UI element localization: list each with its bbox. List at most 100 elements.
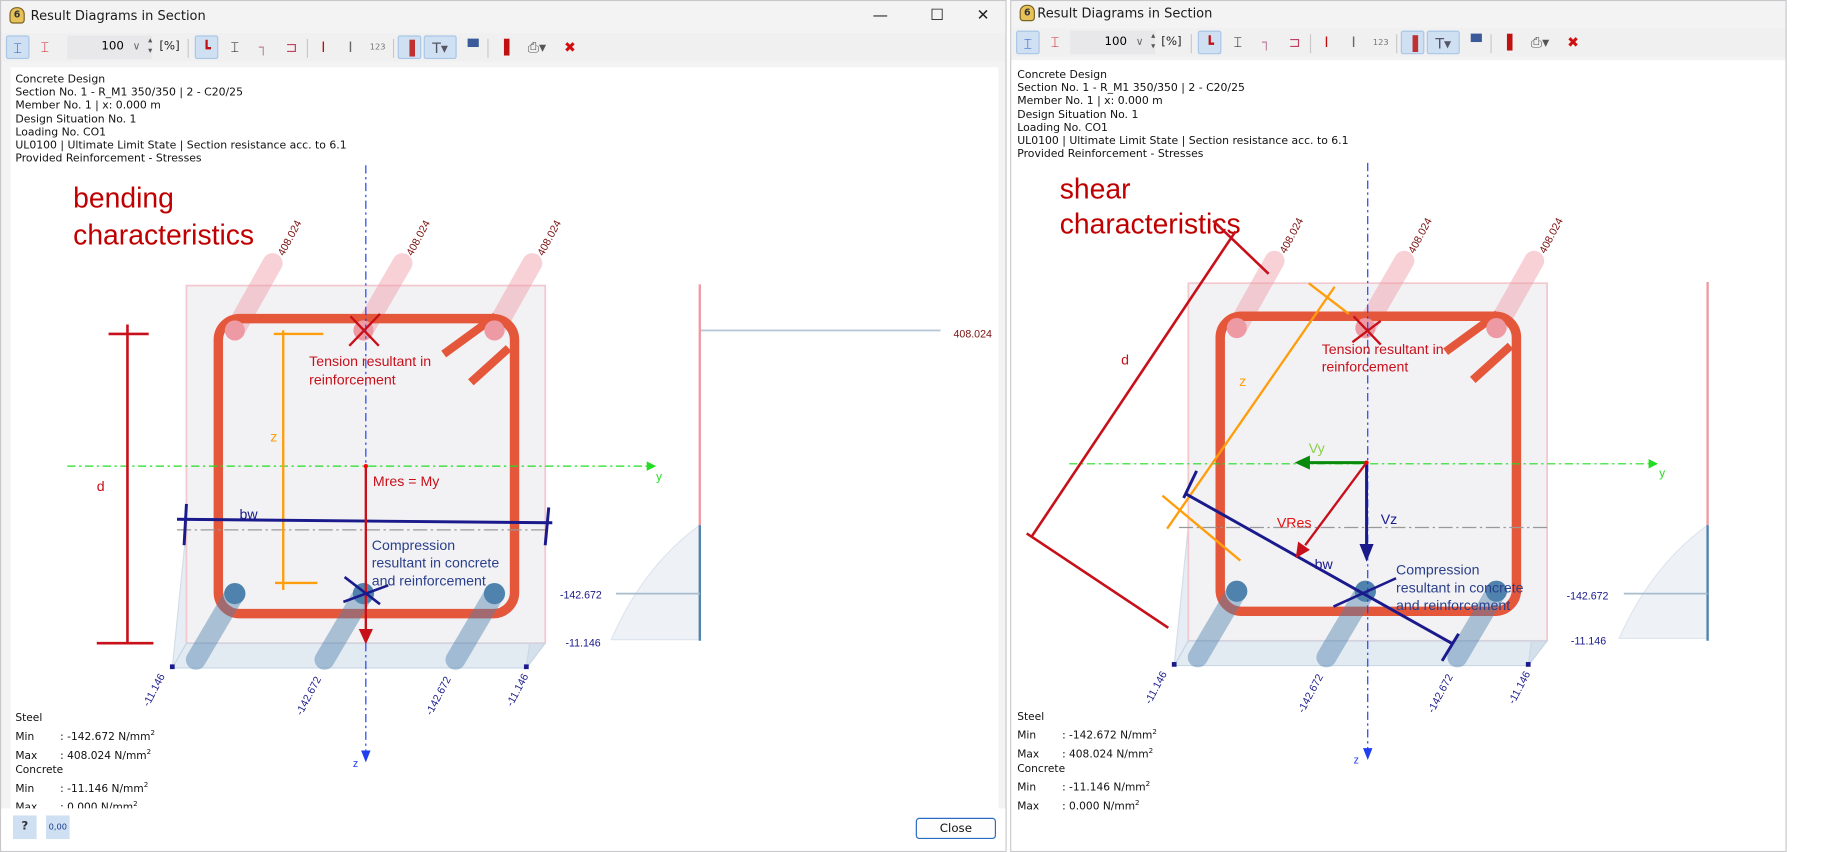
member-outline-icon[interactable]: I xyxy=(1342,31,1366,55)
info-block: Concrete Design Section No. 1 - R_M1 350… xyxy=(15,73,346,166)
decimals-icon[interactable]: 0,00 xyxy=(46,815,70,840)
title-bar: 6 Result Diagrams in Section — ☐ ✕ xyxy=(1,1,1006,32)
help-icon[interactable]: ? xyxy=(12,815,37,840)
zoom-unit: [%] xyxy=(1161,35,1182,49)
dimension-icon[interactable]: ⌶ xyxy=(1226,31,1250,55)
steel-max-row: Max : 408.024 N/mm2 xyxy=(1017,744,1157,763)
steel-title: Steel xyxy=(15,712,43,725)
color-scale-icon[interactable]: ▀ xyxy=(461,35,485,59)
member-outline-icon[interactable]: I xyxy=(339,35,363,59)
value: : 408.024 N/mm xyxy=(60,750,147,762)
zoom-combobox[interactable]: 100 ∨ ▴ ▾ xyxy=(67,35,153,60)
stress-summary: Steel Min: -142.672 N/mm2 Max: 408.024 N… xyxy=(1017,710,1157,815)
sup: 2 xyxy=(146,747,152,756)
spin-icon[interactable]: ▴ ▾ xyxy=(1151,31,1155,52)
separator xyxy=(187,38,189,58)
fit-icon[interactable]: ┗ xyxy=(194,35,219,60)
title-bar: 6 Result Diagrams in Section xyxy=(1011,1,1786,28)
separator xyxy=(487,38,489,58)
concrete-title: Concrete xyxy=(15,765,64,777)
value: : -11.146 N/mm xyxy=(1062,782,1146,795)
section-numbering-icon[interactable]: ⌶ xyxy=(5,35,30,60)
chevron-down-icon: ∨ xyxy=(1135,36,1144,49)
left-dialog: 6 Result Diagrams in Section — ☐ ✕ ⌶ ⌶ 1… xyxy=(0,0,1007,852)
numbering-icon[interactable]: 123 xyxy=(1369,31,1393,55)
value: : -11.146 N/mm xyxy=(60,783,144,796)
label: Min xyxy=(1017,730,1037,743)
color-scale-icon[interactable]: ▀ xyxy=(1465,31,1489,55)
chevron-down-icon: ∨ xyxy=(132,41,141,54)
label: Max xyxy=(15,750,38,762)
info-block: Concrete Design Section No. 1 - R_M1 350… xyxy=(1017,68,1348,161)
info-line: UL0100 | Ultimate Limit State | Section … xyxy=(1017,134,1349,148)
label: Min xyxy=(1017,782,1037,795)
member-icon[interactable]: I xyxy=(1315,31,1339,55)
close-button[interactable]: Close xyxy=(915,817,997,840)
separator xyxy=(1309,34,1312,54)
section-numbering-icon[interactable]: ⌶ xyxy=(1016,30,1040,55)
info-line: Loading No. CO1 xyxy=(15,126,107,140)
window-title: Result Diagrams in Section xyxy=(1037,5,1213,22)
reset-zoom-icon[interactable]: ✖ xyxy=(558,35,582,59)
info-line: Design Situation No. 1 xyxy=(1017,108,1139,122)
dimension-icon[interactable]: ⌶ xyxy=(223,35,247,59)
info-line: Concrete Design xyxy=(1017,68,1107,82)
numbering-icon[interactable]: 123 xyxy=(366,35,390,59)
maximize-button[interactable]: ☐ xyxy=(919,5,954,29)
info-line: Concrete Design xyxy=(15,73,106,87)
info-line: Member No. 1 | x: 0.000 m xyxy=(15,99,161,113)
stresses-icon[interactable]: ▐ xyxy=(397,35,422,60)
zoom-combobox[interactable]: 100 ∨ ▴ ▾ xyxy=(1070,30,1156,55)
concrete-title: Concrete xyxy=(1017,763,1066,776)
sup: 2 xyxy=(133,800,138,809)
info-icon[interactable]: ▐ xyxy=(1495,31,1519,55)
stresses-icon[interactable]: ▐ xyxy=(1400,30,1425,55)
zoom-value: 100 xyxy=(1104,35,1127,49)
steel-max-row: Max : 408.024 N/mm2 xyxy=(15,745,155,764)
sup: 2 xyxy=(143,781,149,790)
value: : -142.672 N/mm xyxy=(60,731,151,744)
print-icon[interactable]: ⎙▾ xyxy=(1524,31,1557,55)
info-line: Member No. 1 | x: 0.000 m xyxy=(1017,94,1163,108)
section-numbers-icon[interactable]: ⌶ xyxy=(33,35,57,59)
member-icon[interactable]: I xyxy=(312,35,336,59)
shear-center-icon[interactable]: ⊐ xyxy=(280,35,304,59)
diagram-icon[interactable]: T▾ xyxy=(423,35,457,60)
toolbar: ⌶ ⌶ 100 ∨ ▴ ▾ [%] ┗ ⌶ ┐ ⊐ I I 123 ▐ T▾ ▀ … xyxy=(1,33,1006,62)
axes-icon[interactable]: ┐ xyxy=(251,35,275,59)
close-window-button[interactable]: ✕ xyxy=(965,5,1000,29)
zoom-value: 100 xyxy=(101,40,124,54)
sup: 2 xyxy=(1135,798,1140,808)
separator xyxy=(1190,34,1192,54)
axes-icon[interactable]: ┐ xyxy=(1254,31,1278,55)
info-line: Section No. 1 - R_M1 350/350 | 2 - C20/2… xyxy=(1017,81,1245,95)
fit-icon[interactable]: ┗ xyxy=(1197,30,1222,55)
shear-center-icon[interactable]: ⊐ xyxy=(1283,31,1307,55)
steel-min-row: Min: -142.672 N/mm2 xyxy=(1017,726,1157,745)
info-icon[interactable]: ▐ xyxy=(492,35,516,59)
label: Min xyxy=(15,783,35,796)
sup: 2 xyxy=(1148,746,1154,755)
app-icon: 6 xyxy=(1019,4,1035,22)
toolbar: ⌶ ⌶ 100 ∨ ▴ ▾ [%] ┗ ⌶ ┐ ⊐ I I 123 ▐ T▾ ▀ … xyxy=(1011,28,1786,57)
diagram-icon[interactable]: T▾ xyxy=(1426,30,1460,55)
zoom-unit: [%] xyxy=(159,40,180,54)
separator xyxy=(392,38,395,58)
stress-summary: Steel Min: -142.672 N/mm2 Max: 408.024 N… xyxy=(15,712,155,817)
minimize-button[interactable]: — xyxy=(863,5,898,29)
section-numbers-icon[interactable]: ⌶ xyxy=(1043,31,1067,55)
diagram-area[interactable]: Concrete Design Section No. 1 - R_M1 350… xyxy=(10,67,999,814)
value: : 0.000 N/mm xyxy=(1062,801,1136,814)
sup: 2 xyxy=(150,729,156,738)
spin-icon[interactable]: ▴ ▾ xyxy=(148,35,152,56)
reset-zoom-icon[interactable]: ✖ xyxy=(1561,31,1585,55)
label: Max xyxy=(1017,748,1040,761)
diagram-area[interactable]: Concrete Design Section No. 1 - R_M1 350… xyxy=(1011,60,1786,851)
value: : 408.024 N/mm xyxy=(1062,748,1149,761)
concrete-min-row: Min : -11.146 N/mm2 xyxy=(15,779,155,798)
print-icon[interactable]: ⎙▾ xyxy=(520,35,553,59)
sup: 2 xyxy=(1145,780,1151,789)
info-line: UL0100 | Ultimate Limit State | Section … xyxy=(15,139,347,153)
separator xyxy=(1396,34,1398,54)
sup: 2 xyxy=(1152,727,1157,737)
